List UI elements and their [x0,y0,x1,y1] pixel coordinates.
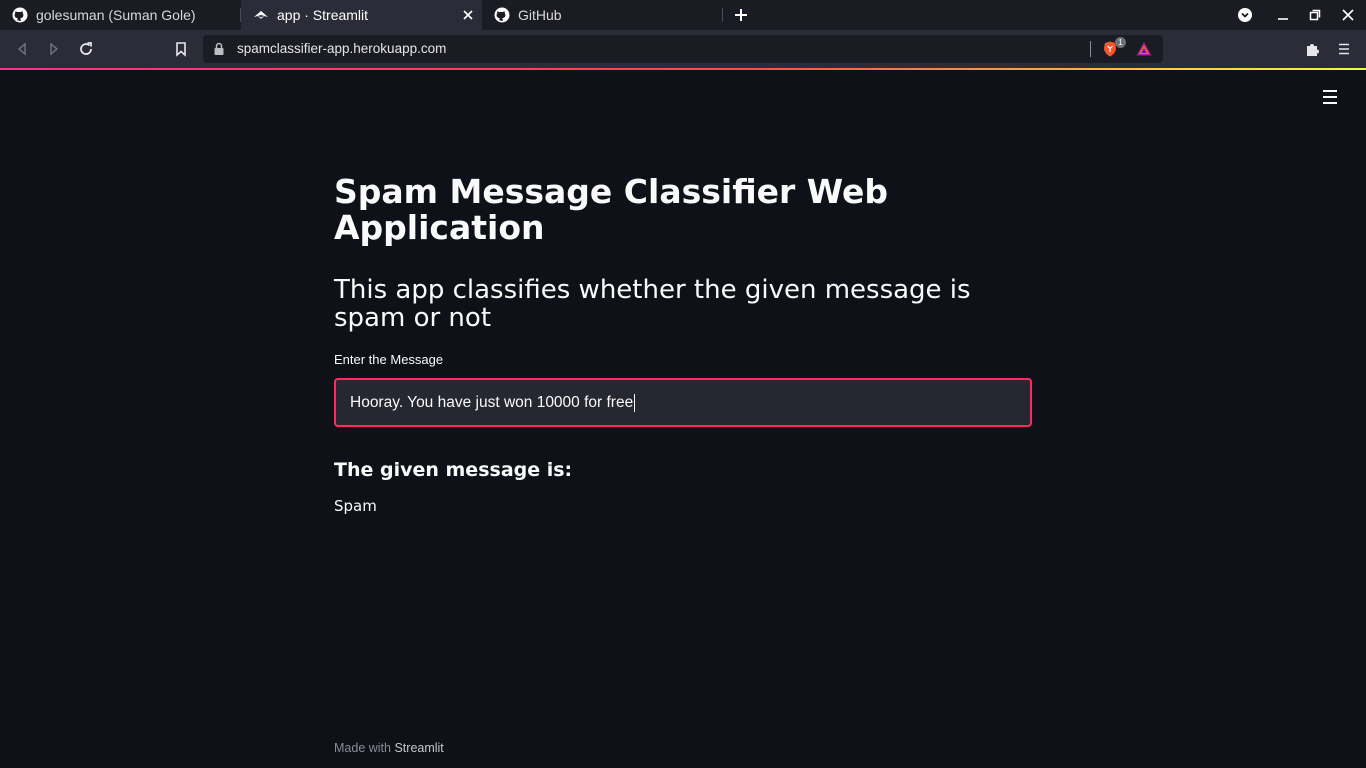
tab-streamlit[interactable]: app · Streamlit [241,0,482,30]
forward-icon[interactable] [44,39,64,59]
streamlit-icon [253,7,269,23]
address-bar[interactable]: spamclassifier-app.herokuapp.com 1 [203,35,1163,63]
reload-icon[interactable] [76,39,96,59]
message-input-value: Hooray. You have just won 10000 for free [350,393,634,411]
tab-golesuman[interactable]: golesuman (Suman Gole) [0,0,241,30]
close-window-icon[interactable] [1339,6,1357,24]
github-icon [12,7,28,23]
github-icon [494,7,510,23]
result-heading: The given message is: [334,459,573,481]
url-text: spamclassifier-app.herokuapp.com [237,41,447,56]
hamburger-menu-icon[interactable] [1320,89,1340,105]
tab-github[interactable]: GitHub [482,0,723,30]
result-value: Spam [334,497,377,515]
tab-search-icon[interactable] [1236,6,1254,24]
message-input[interactable]: Hooray. You have just won 10000 for free [334,378,1032,427]
close-tab-icon[interactable] [460,7,476,23]
shields-count-badge: 1 [1115,37,1126,48]
new-tab-button[interactable] [731,6,751,24]
footer: Made with Streamlit [334,741,444,755]
footer-prefix: Made with [334,741,391,755]
bookmark-icon[interactable] [171,39,191,59]
browser-menu-icon[interactable] [1334,39,1354,59]
text-caret [634,393,636,412]
tab-title: app · Streamlit [277,7,369,23]
brave-rewards-icon[interactable] [1135,40,1153,58]
extensions-icon[interactable] [1302,39,1322,59]
browser-toolbar: spamclassifier-app.herokuapp.com 1 [0,30,1366,68]
page-subtitle: This app classifies whether the given me… [334,275,971,333]
tab-strip: golesuman (Suman Gole) app · Streamlit G… [0,0,1366,30]
tab-title: GitHub [518,7,562,23]
streamlit-page: Spam Message Classifier Web Application … [0,70,1366,768]
tab-separator [722,8,723,22]
urlbar-divider [1090,41,1091,57]
page-title: Spam Message Classifier Web Application [334,172,889,247]
streamlit-link[interactable]: Streamlit [394,741,443,755]
maximize-icon[interactable] [1306,6,1324,24]
back-icon[interactable] [12,39,32,59]
tab-title: golesuman (Suman Gole) [36,7,196,23]
message-input-label: Enter the Message [334,352,444,367]
minimize-icon[interactable] [1274,6,1292,24]
lock-icon [213,41,227,57]
